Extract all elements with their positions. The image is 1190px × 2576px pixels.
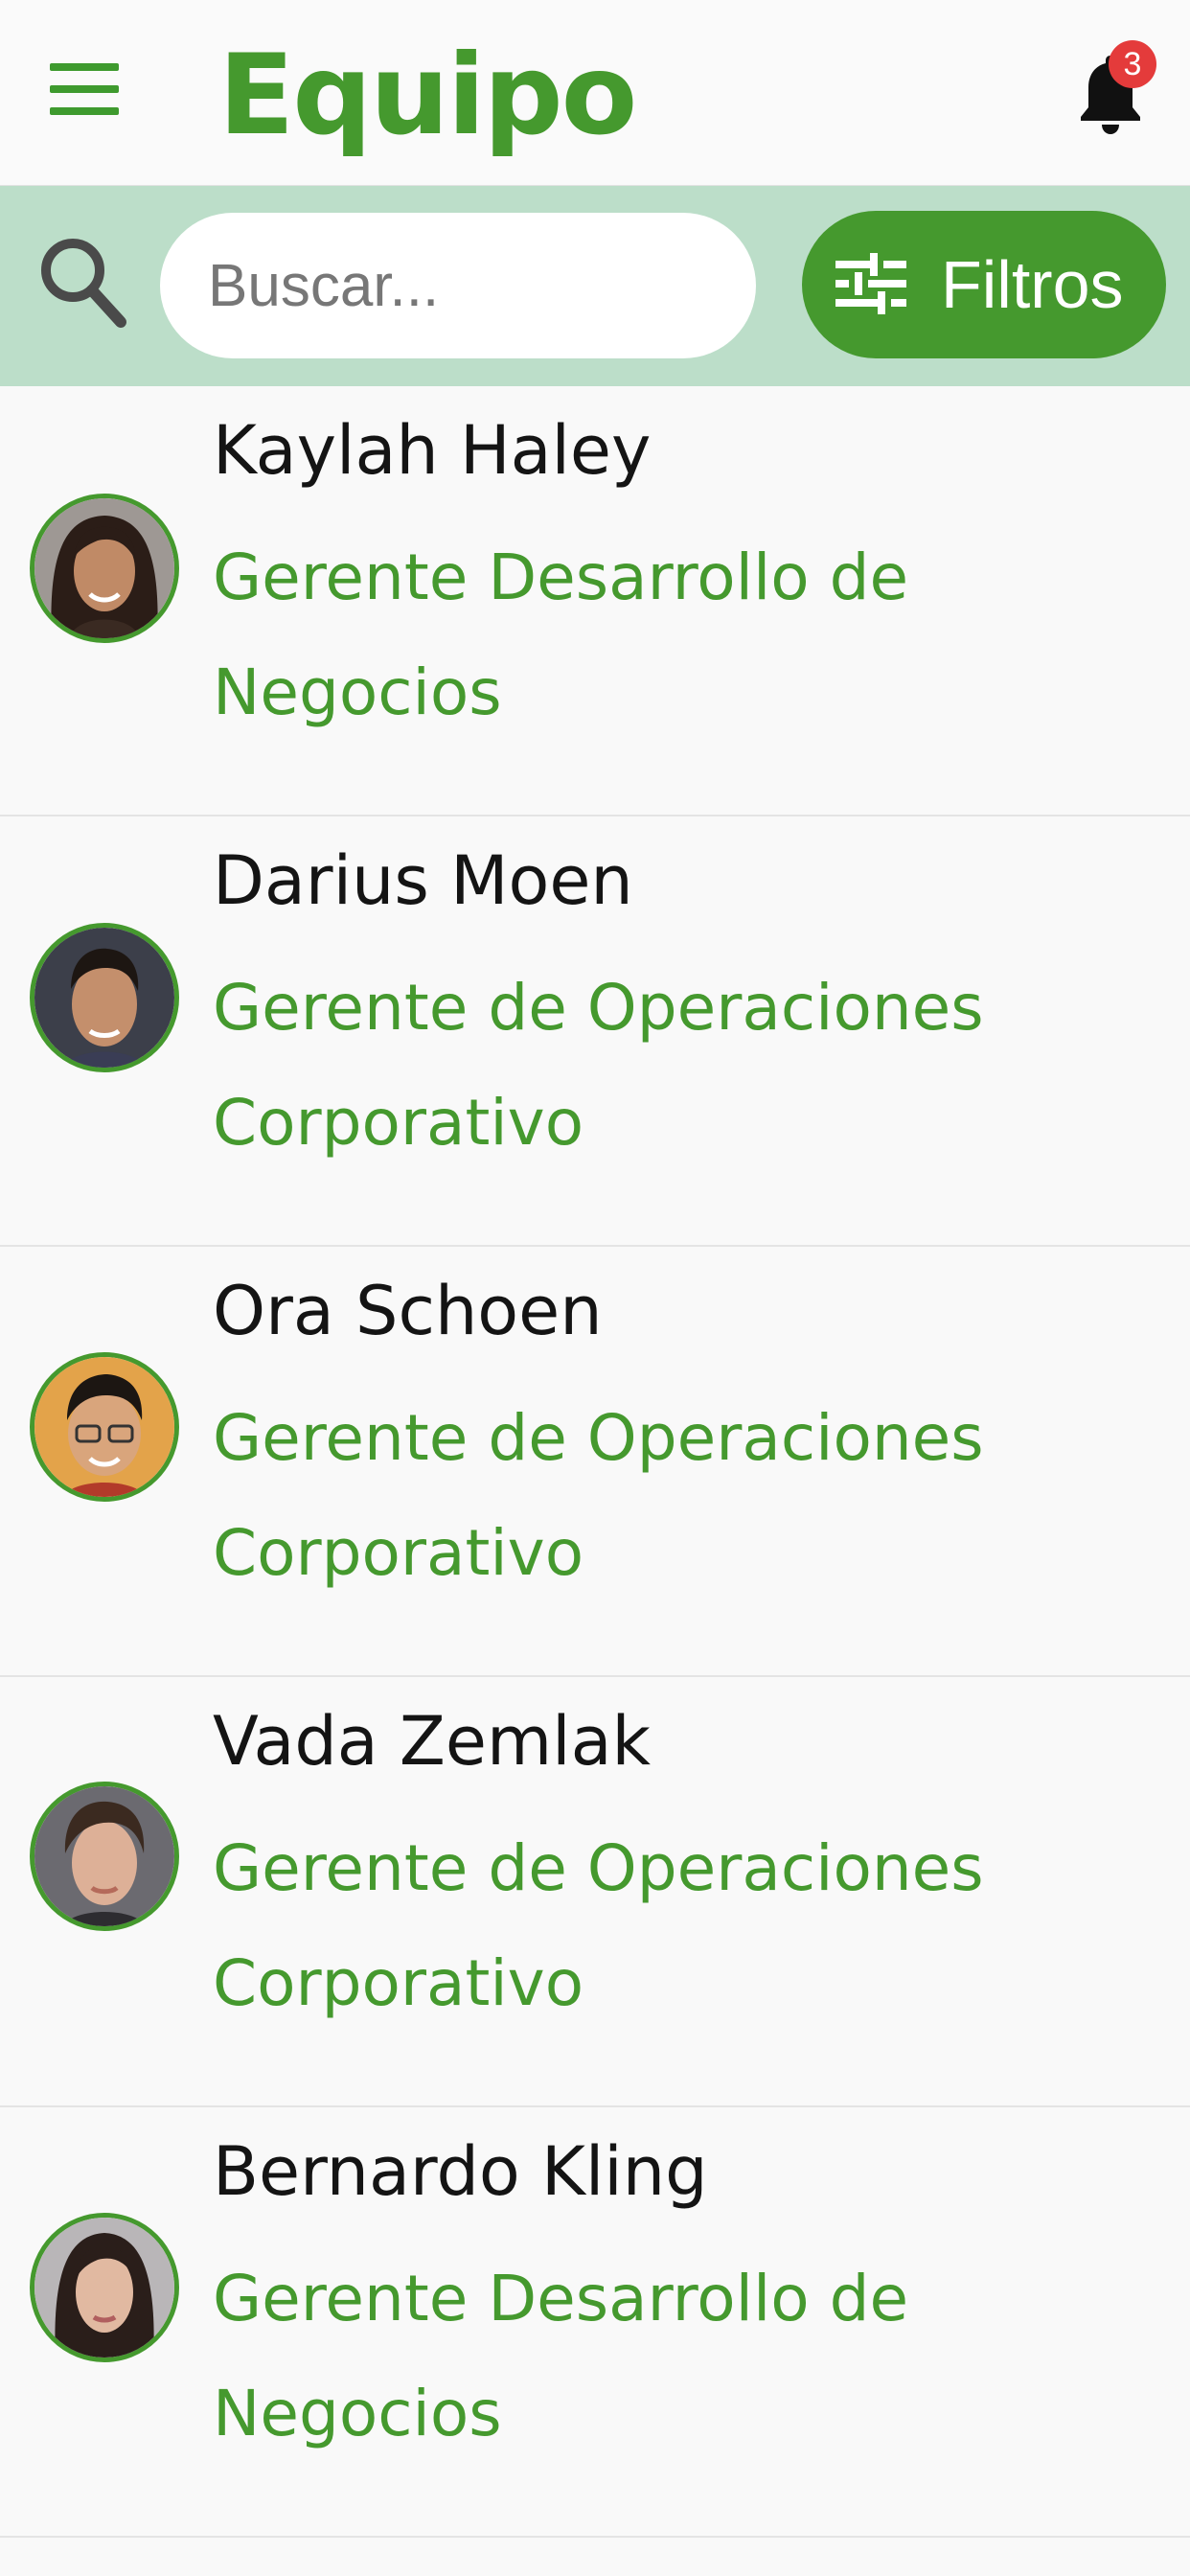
member-name: Bernardo Kling bbox=[213, 2132, 708, 2211]
filters-label: Filtros bbox=[941, 247, 1124, 322]
list-item[interactable]: Vada Zemlak Gerente de Operaciones Corpo… bbox=[0, 1677, 1190, 2107]
avatar bbox=[30, 923, 179, 1072]
list-item[interactable]: Bernardo Kling Gerente Desarrollo de Neg… bbox=[0, 2107, 1190, 2538]
list-item[interactable]: Ora Schoen Gerente de Operaciones Corpor… bbox=[0, 1247, 1190, 1677]
filters-button[interactable]: Filtros bbox=[802, 211, 1166, 358]
member-name: Kaylah Haley bbox=[213, 411, 652, 490]
member-name: Ora Schoen bbox=[213, 1272, 603, 1350]
member-role: Gerente de Operaciones Corporativo bbox=[213, 971, 984, 1160]
search-input[interactable] bbox=[160, 213, 756, 358]
avatar bbox=[30, 1352, 179, 1502]
team-list: Kaylah Haley Gerente Desarrollo de Negoc… bbox=[0, 386, 1190, 2538]
member-role: Gerente Desarrollo de Negocios bbox=[213, 2262, 909, 2450]
member-name: Darius Moen bbox=[213, 841, 633, 920]
avatar bbox=[30, 1782, 179, 1931]
list-item[interactable]: Darius Moen Gerente de Operaciones Corpo… bbox=[0, 816, 1190, 1247]
hamburger-menu-icon[interactable] bbox=[50, 63, 119, 117]
notifications-button[interactable]: 3 bbox=[1077, 40, 1156, 136]
member-role: Gerente Desarrollo de Negocios bbox=[213, 540, 909, 729]
notification-badge: 3 bbox=[1109, 40, 1156, 88]
search-bar: Filtros bbox=[0, 186, 1190, 386]
page-title: Equipo bbox=[218, 31, 637, 160]
app-header: Equipo 3 bbox=[0, 0, 1190, 186]
avatar bbox=[30, 494, 179, 643]
list-item[interactable]: Kaylah Haley Gerente Desarrollo de Negoc… bbox=[0, 386, 1190, 816]
search-icon[interactable] bbox=[36, 232, 132, 337]
member-role: Gerente de Operaciones Corporativo bbox=[213, 1831, 984, 2020]
member-name: Vada Zemlak bbox=[213, 1702, 652, 1781]
sliders-icon bbox=[835, 253, 906, 314]
avatar bbox=[30, 2213, 179, 2362]
member-role: Gerente de Operaciones Corporativo bbox=[213, 1401, 984, 1590]
